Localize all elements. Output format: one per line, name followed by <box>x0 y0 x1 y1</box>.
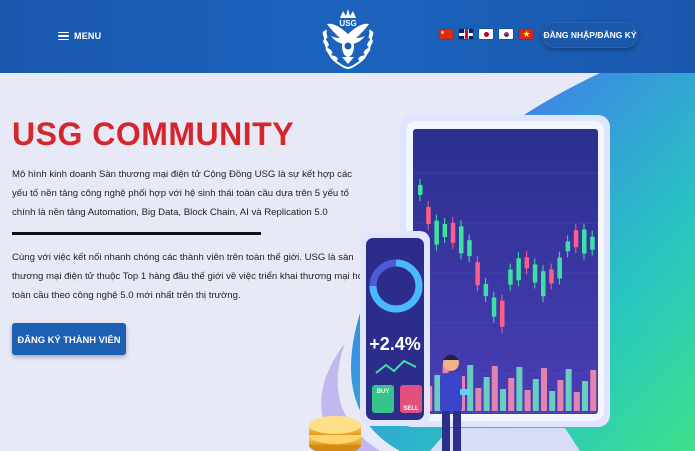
volume-bar <box>483 377 490 411</box>
volume-bar <box>491 366 498 411</box>
candle-body <box>467 240 472 257</box>
candle-body <box>524 257 530 269</box>
phone-mockup: +2.4% BUY SELL <box>360 231 430 426</box>
candle-body <box>500 300 505 327</box>
candle-body <box>516 258 521 281</box>
menu-label: MENU <box>74 31 102 41</box>
candle-body <box>475 262 480 286</box>
volume-bar <box>557 380 564 411</box>
language-switcher <box>439 29 533 39</box>
candle-body <box>557 257 562 279</box>
candle-body <box>418 185 423 195</box>
volume-bar <box>475 388 482 411</box>
candle-body <box>565 241 571 252</box>
hero-section: USG COMMUNITY Mô hình kinh doanh Sàn thư… <box>0 73 695 451</box>
hamburger-icon <box>58 31 69 41</box>
top-navbar: MENU USG ĐĂNG NHẬP/ĐĂNG K <box>0 0 695 73</box>
logo-text: USG <box>339 19 356 28</box>
volume-bar <box>590 370 597 411</box>
volume-bar <box>500 389 506 411</box>
sell-label: SELL <box>403 406 419 412</box>
china-flag-icon[interactable] <box>439 29 453 39</box>
candle-body <box>483 284 489 297</box>
volume-bar <box>516 367 523 411</box>
candle-body <box>442 223 448 237</box>
candle-body <box>541 271 546 297</box>
korea-flag-icon[interactable] <box>499 29 513 39</box>
candle-body <box>450 222 456 243</box>
login-register-button[interactable]: ĐĂNG NHẬP/ĐĂNG KÝ <box>542 22 638 48</box>
volume-bar <box>532 379 539 411</box>
volume-bar <box>508 378 515 411</box>
volume-bar <box>434 375 441 411</box>
candle-body <box>573 230 579 248</box>
candle-body <box>532 264 538 283</box>
volume-bar <box>541 368 547 411</box>
candle-body <box>459 226 464 254</box>
candle-body <box>582 229 587 254</box>
trading-illustration: +2.4% BUY SELL <box>309 115 610 451</box>
buy-label: BUY <box>377 389 390 395</box>
volume-bar <box>565 369 572 411</box>
japan-flag-icon[interactable] <box>479 29 493 39</box>
register-member-button[interactable]: ĐĂNG KÝ THÀNH VIÊN <box>12 323 126 355</box>
volume-bar <box>549 391 556 411</box>
chart-monitor <box>400 115 610 427</box>
volume-bar <box>524 390 531 411</box>
section-divider <box>12 232 261 235</box>
uk-flag-icon[interactable] <box>459 29 473 39</box>
page-title: USG COMMUNITY <box>12 116 295 152</box>
candle-body <box>590 236 595 250</box>
menu-button[interactable]: MENU <box>58 28 101 44</box>
candle-body <box>549 269 554 284</box>
candle-body <box>434 220 439 245</box>
candle-body <box>508 269 513 285</box>
coin-stack <box>309 416 361 451</box>
volume-bar <box>467 365 474 411</box>
volume-bar <box>582 381 588 411</box>
candle-body <box>426 206 431 224</box>
candle-body <box>491 297 497 317</box>
percent-label: +2.4% <box>369 334 421 354</box>
vietnam-flag-icon[interactable] <box>519 29 533 39</box>
volume-bar <box>573 392 580 411</box>
usg-logo[interactable]: USG <box>313 2 383 72</box>
